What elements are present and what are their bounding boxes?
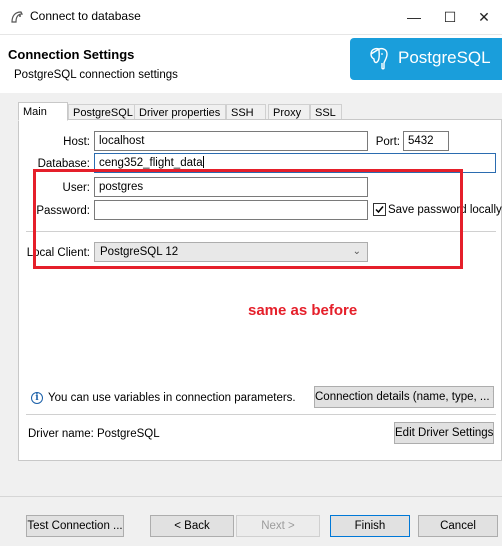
local-client-select[interactable]: PostgreSQL 12 ⌄ — [94, 242, 368, 262]
save-password-checkbox[interactable] — [373, 203, 386, 216]
back-button[interactable]: < Back — [150, 515, 234, 537]
tab-ssh[interactable]: SSH — [226, 104, 266, 120]
minimize-button[interactable]: — — [396, 0, 432, 34]
form-separator — [26, 231, 496, 232]
driver-separator — [26, 414, 496, 415]
title-bar: Connect to database — ☐ ✕ — [0, 0, 502, 35]
variables-hint: You can use variables in connection para… — [48, 392, 296, 404]
port-label: Port: — [375, 136, 400, 148]
header-subtitle: PostgreSQL connection settings — [14, 69, 178, 81]
local-client-label: Local Client: — [26, 247, 90, 259]
logo-text: PostgreSQL — [398, 48, 491, 67]
annotation-text: same as before — [248, 302, 358, 319]
driver-name-value: PostgreSQL — [97, 428, 160, 440]
local-client-value: PostgreSQL 12 — [100, 246, 179, 258]
user-label: User: — [62, 182, 90, 194]
next-button: Next > — [236, 515, 320, 537]
driver-name-label: Driver name: — [28, 428, 94, 440]
postgresql-logo: PostgreSQL — [350, 38, 502, 80]
elephant-icon — [370, 47, 388, 70]
database-value: ceng352_flight_data — [99, 157, 203, 169]
tab-postgresql[interactable]: PostgreSQL — [68, 104, 139, 120]
password-input[interactable] — [94, 200, 368, 220]
header-title: Connection Settings — [8, 47, 135, 62]
user-input[interactable]: postgres — [94, 177, 368, 197]
window-title: Connect to database — [30, 9, 141, 23]
dbeaver-app-icon — [11, 11, 23, 23]
tab-ssl[interactable]: SSL — [310, 104, 342, 120]
cancel-button[interactable]: Cancel — [418, 515, 498, 537]
database-label: Database: — [37, 158, 90, 170]
close-button[interactable]: ✕ — [466, 0, 502, 34]
tab-main[interactable]: Main — [18, 102, 68, 121]
connection-details-button[interactable]: Connection details (name, type, ... ) — [314, 386, 494, 408]
database-input[interactable]: ceng352_flight_data — [94, 153, 496, 173]
dialog-header: Connection Settings PostgreSQL connectio… — [0, 35, 502, 93]
finish-button[interactable]: Finish — [330, 515, 410, 537]
checkmark-icon — [375, 206, 384, 214]
port-input[interactable]: 5432 — [403, 131, 449, 151]
save-password-label[interactable]: Save password locally — [388, 204, 502, 216]
edit-driver-settings-button[interactable]: Edit Driver Settings — [394, 422, 494, 444]
tab-driver-properties[interactable]: Driver properties — [134, 104, 226, 120]
tab-proxy[interactable]: Proxy — [268, 104, 310, 120]
password-label: Password: — [36, 205, 90, 217]
info-icon: i — [31, 392, 43, 404]
chevron-down-icon: ⌄ — [352, 246, 361, 257]
host-label: Host: — [63, 136, 90, 148]
test-connection-button[interactable]: Test Connection ... — [26, 515, 124, 537]
text-caret — [202, 156, 204, 168]
host-input[interactable]: localhost — [94, 131, 368, 151]
footer-separator — [0, 496, 502, 497]
maximize-button[interactable]: ☐ — [432, 0, 468, 34]
